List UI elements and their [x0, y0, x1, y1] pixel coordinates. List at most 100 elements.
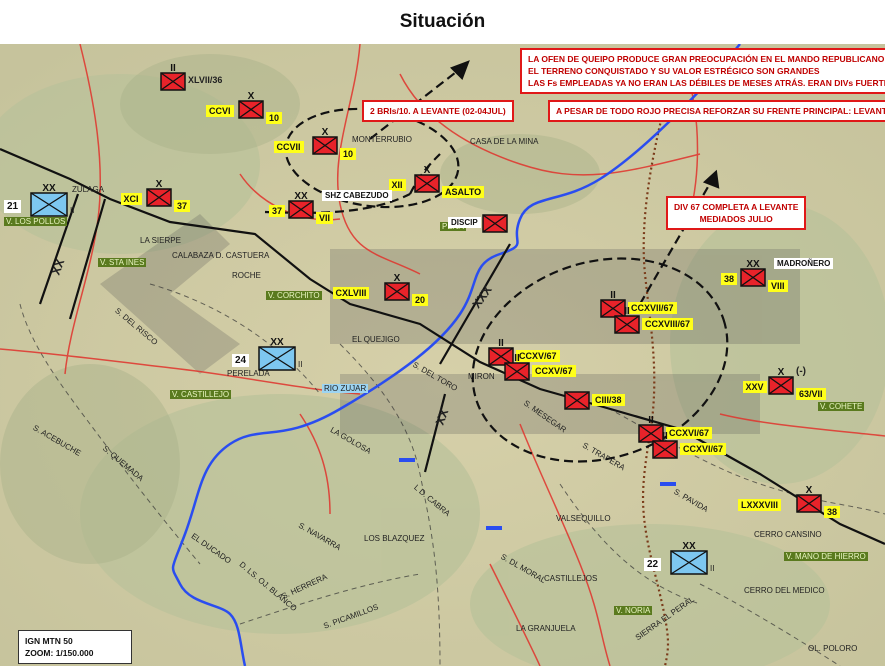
main-note-box: LA OFEN DE QUEIPO PRODUCE GRAN PREOCUPAC…: [520, 48, 885, 94]
map-source: IGN MTN 50: [25, 636, 73, 646]
unit-symbol-graphic: X: [238, 91, 264, 119]
unit-symbol-graphic: X: [146, 179, 172, 207]
unit-size-mark: XX: [294, 191, 308, 202]
map-info-box: IGN MTN 50 ZOOM: 1/150.000: [18, 630, 132, 664]
enemy-unit-symbol: II: [614, 305, 640, 335]
enemy-unit-symbol: X: [796, 484, 822, 514]
unit-size-mark: X: [248, 91, 255, 102]
place-label: CASA DE LA MINA: [470, 137, 539, 146]
unit-size-mark: X: [778, 367, 785, 378]
unit-symbol-graphic: XX: [288, 191, 314, 219]
unit-symbol-graphic: X: [768, 367, 794, 395]
div67-note-line: DIV 67 COMPLETA A LEVANTE: [674, 202, 799, 212]
unit-parent-label: VIII: [768, 280, 788, 292]
unit-id-label: CCXVI/67: [680, 443, 727, 455]
unit-size-mark: II: [610, 290, 616, 301]
unit-id-label: 21: [4, 200, 22, 213]
unit-suffix-label: II: [710, 564, 715, 573]
map-zoom: ZOOM: 1/150.000: [25, 648, 94, 658]
unit-id-label: CXLVIII: [332, 287, 370, 299]
unit-parent-label: 20: [412, 294, 429, 306]
unit-size-mark: XX: [682, 541, 696, 552]
unit-size-mark: II: [648, 415, 654, 426]
enemy-unit-symbol: X: [312, 126, 338, 156]
enemy-unit-symbol: XX: [288, 190, 314, 220]
enemy-unit-symbol: X: [768, 366, 794, 396]
unit-id-label: LXXXVIII: [738, 499, 782, 511]
div67-note-box: DIV 67 COMPLETA A LEVANTE MEDIADOS JULIO: [666, 196, 807, 230]
unit-parent-label: 38: [824, 506, 841, 518]
unit-id-label: CCXV/67: [532, 365, 576, 377]
enemy-unit-symbol: XX: [740, 258, 766, 288]
unit-size-mark: XX: [42, 183, 56, 194]
enemy-unit-symbol: X: [414, 164, 440, 194]
friendly-unit-symbol: XX: [258, 336, 296, 372]
place-label: CALABAZA D. CASTUERA: [172, 251, 270, 260]
main-note-line: LA OFEN DE QUEIPO PRODUCE GRAN PREOCUPAC…: [528, 54, 885, 64]
unit-id-label: XLVII/36: [188, 75, 223, 85]
place-label: ROCHE: [232, 271, 261, 280]
enemy-unit-symbol: II: [160, 62, 186, 92]
unit-parent-label: 37: [174, 200, 191, 212]
unit-id-label: CCVI: [206, 105, 234, 117]
unit-symbol-graphic: II: [614, 306, 640, 334]
refuerzo-note-text: A PESAR DE TODO ROJO PRECISA REFORZAR SU…: [556, 106, 885, 116]
unit-size-mark: II: [170, 63, 176, 74]
unit-size-mark: X: [424, 165, 431, 176]
commander-label: SHZ CABEZUDO: [322, 190, 392, 201]
unit-size-mark: II: [662, 431, 668, 442]
unit-id-label: CCXVIII/67: [642, 318, 694, 330]
place-label: V. NORIA: [614, 606, 653, 615]
enemy-unit-symbol: X: [384, 272, 410, 302]
unit-id-label: CIII/38: [592, 394, 625, 406]
place-label: CERRO DEL MEDICO: [744, 586, 825, 595]
unit-symbol-graphic: X: [796, 485, 822, 513]
unit-symbol-graphic: X: [384, 273, 410, 301]
place-label: V. CORCHITO: [266, 291, 322, 300]
bris-note-box: 2 BRIs/10. A LEVANTE (02-04JUL): [362, 100, 514, 122]
unit-symbol-graphic: II: [160, 63, 186, 91]
unit-size-mark: X: [394, 273, 401, 284]
unit-parent-label: ASALTO: [442, 186, 485, 198]
unit-size-mark: X: [806, 485, 813, 496]
unit-size-mark: X: [156, 179, 163, 190]
unit-id-label: 22: [644, 558, 662, 571]
unit-symbol-graphic: X: [312, 127, 338, 155]
unit-symbol-graphic: XX: [670, 541, 708, 575]
place-label: OL. POLORO: [808, 644, 858, 653]
unit-size-mark: X: [322, 127, 329, 138]
enemy-unit-symbol: [564, 381, 590, 411]
unit-parent-label: 63/VII: [796, 388, 826, 400]
enemy-unit-symbol: X: [238, 90, 264, 120]
unit-id-label: XXV: [742, 381, 767, 393]
unit-symbol-graphic: II: [652, 431, 678, 459]
unit-size-mark: II: [514, 353, 520, 364]
unit-id-label: 37: [269, 205, 286, 217]
enemy-unit-symbol: II: [652, 430, 678, 460]
unit-size-mark: II: [624, 306, 630, 317]
unit-suffix-label: II: [298, 360, 303, 369]
place-label: V. MANO DE HIERRO: [784, 552, 868, 561]
bris-note-text: 2 BRIs/10. A LEVANTE (02-04JUL): [370, 106, 506, 116]
map-title: Situación: [399, 11, 486, 32]
div67-note-line: MEDIADOS JULIO: [699, 214, 773, 224]
place-label: V. CASTILLEJO: [170, 390, 232, 399]
unit-strength-mark: (-): [796, 366, 806, 377]
unit-suffix-label: II: [70, 206, 75, 215]
unit-parent-label: 10: [266, 112, 283, 124]
place-label: RIO ZUJAR: [322, 384, 369, 393]
place-label: LOS BLAZQUEZ: [364, 534, 425, 543]
unit-id-label: CCVII: [273, 141, 304, 153]
unit-id-label: XCI: [120, 193, 142, 205]
friendly-unit-symbol: XX: [30, 182, 68, 218]
refuerzo-note-box: A PESAR DE TODO ROJO PRECISA REFORZAR SU…: [548, 100, 885, 122]
unit-symbol-graphic: XX: [30, 183, 68, 217]
unit-symbol-graphic: X: [414, 165, 440, 193]
place-label: VALSEQUILLO: [556, 514, 611, 523]
place-label: MONTERRUBIO: [352, 135, 412, 144]
unit-symbol-graphic: [564, 391, 590, 410]
map-base: [0, 44, 885, 666]
place-label: LA GRANJUELA: [516, 624, 576, 633]
friendly-unit-symbol: XX: [670, 540, 708, 576]
unit-size-mark: II: [498, 338, 504, 349]
